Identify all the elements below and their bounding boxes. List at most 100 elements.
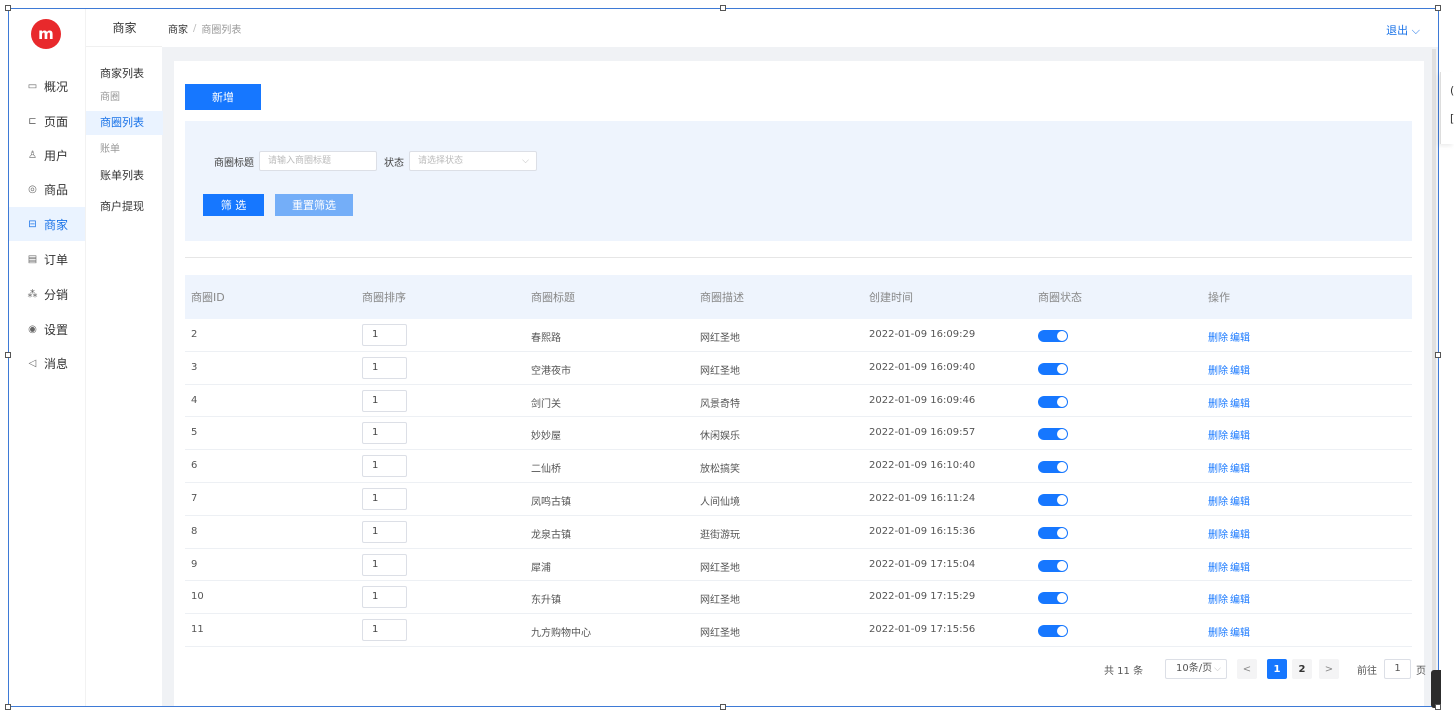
resize-handle <box>1435 5 1441 11</box>
sort-input[interactable]: 1 <box>362 389 407 412</box>
sort-input[interactable]: 1 <box>362 619 407 642</box>
top-header: 商家 / 商圈列表 退出 ⌵ <box>162 9 1438 47</box>
sort-input[interactable]: 1 <box>362 487 407 510</box>
sidebar-item-label: 分销 <box>44 287 69 302</box>
cell-title: 二仙桥 <box>531 464 561 476</box>
scrollbar[interactable] <box>1432 49 1436 699</box>
table-row: 5 1 妙妙屋 休闲娱乐 2022-01-09 16:09:57 删除 编辑 <box>185 417 1412 451</box>
edit-link[interactable]: 编辑 <box>1230 460 1250 475</box>
column-header: 创建时间 <box>869 291 913 304</box>
goto-label: 前往 <box>1357 666 1377 677</box>
cell-created-time: 2022-01-09 16:09:40 <box>869 361 976 373</box>
edit-link[interactable]: 编辑 <box>1230 427 1250 442</box>
status-toggle[interactable] <box>1038 395 1068 408</box>
table-row: 4 1 剑门关 风景奇特 2022-01-09 16:09:46 删除 编辑 <box>185 385 1412 418</box>
page-button-2[interactable]: 2 <box>1292 659 1312 679</box>
edit-link[interactable]: 编辑 <box>1230 624 1250 639</box>
sort-input[interactable]: 1 <box>362 553 407 576</box>
table-row: 6 1 二仙桥 放松搞笑 2022-01-09 16:10:40 删除 编辑 <box>185 450 1412 483</box>
status-toggle[interactable] <box>1038 493 1068 506</box>
logout-button[interactable]: 退出 ⌵ <box>1386 22 1420 38</box>
cell-description: 网红圣地 <box>700 595 740 607</box>
add-button[interactable]: 新增 <box>185 84 261 110</box>
resize-handle <box>5 704 11 710</box>
column-header: 商圈描述 <box>700 291 744 304</box>
reset-filter-button[interactable]: 重置筛选 <box>275 194 353 216</box>
app-logo[interactable]: m <box>31 19 61 49</box>
filter-button[interactable]: 筛 选 <box>203 194 264 216</box>
page-icon: ⊏ <box>28 115 37 127</box>
sidebar-item-1[interactable]: ⊏ 页面 <box>9 104 85 138</box>
page-size-select[interactable]: 10条/页 ⌵ <box>1165 659 1227 679</box>
floating-tab[interactable] <box>1431 670 1441 708</box>
sidebar-item-3[interactable]: ◎ 商品 <box>9 172 85 206</box>
sub-sidebar-item[interactable]: 商圈列表 <box>86 111 163 135</box>
sidebar-item-0[interactable]: ▭ 概况 <box>9 69 85 103</box>
delete-link[interactable]: 删除 <box>1208 624 1228 639</box>
resize-handle <box>1435 704 1441 710</box>
delete-link[interactable]: 删除 <box>1208 591 1228 606</box>
sort-input[interactable]: 1 <box>362 324 407 346</box>
delete-link[interactable]: 删除 <box>1208 460 1228 475</box>
breadcrumb-merchant[interactable]: 商家 <box>168 21 188 36</box>
sidebar-item-6[interactable]: ⁂ 分销 <box>9 277 85 311</box>
cell-id: 4 <box>191 394 198 406</box>
status-select[interactable]: 请选择状态 ⌵ <box>409 151 537 171</box>
sort-input[interactable]: 1 <box>362 520 407 543</box>
distribution-icon: ⁂ <box>27 288 38 300</box>
sort-input[interactable]: 1 <box>362 586 407 609</box>
delete-link[interactable]: 删除 <box>1208 395 1228 410</box>
peek-text: ( <box>1450 84 1454 97</box>
sort-input[interactable]: 1 <box>362 455 407 478</box>
edit-link[interactable]: 编辑 <box>1230 395 1250 410</box>
edit-link[interactable]: 编辑 <box>1230 329 1250 344</box>
status-toggle[interactable] <box>1038 428 1068 441</box>
edit-link[interactable]: 编辑 <box>1230 362 1250 377</box>
page-button-1[interactable]: 1 <box>1267 659 1287 679</box>
status-toggle[interactable] <box>1038 330 1068 342</box>
resize-handle <box>5 352 11 358</box>
column-header: 商圈标题 <box>531 291 575 304</box>
sidebar-item-8[interactable]: ◁ 消息 <box>9 346 85 380</box>
sidebar-item-label: 用户 <box>44 148 69 163</box>
edit-link[interactable]: 编辑 <box>1230 493 1250 508</box>
sub-sidebar-item[interactable]: 商户提现 <box>86 197 163 217</box>
cell-id: 11 <box>191 624 204 636</box>
delete-link[interactable]: 删除 <box>1208 362 1228 377</box>
title-filter-input[interactable]: 请输入商圈标题 <box>259 151 377 171</box>
goto-page-input[interactable]: 1 <box>1384 659 1411 679</box>
delete-link[interactable]: 删除 <box>1208 493 1228 508</box>
sidebar-item-7[interactable]: ◉ 设置 <box>9 312 85 346</box>
cell-created-time: 2022-01-09 17:15:29 <box>869 591 976 603</box>
status-toggle[interactable] <box>1038 362 1068 375</box>
user-icon: ♙ <box>28 149 37 161</box>
edit-link[interactable]: 编辑 <box>1230 591 1250 606</box>
sort-input[interactable]: 1 <box>362 422 407 445</box>
status-toggle[interactable] <box>1038 461 1068 474</box>
cell-id: 5 <box>191 427 198 439</box>
column-header: 操作 <box>1208 291 1230 304</box>
delete-link[interactable]: 删除 <box>1208 526 1228 541</box>
sidebar-item-5[interactable]: ▤ 订单 <box>9 242 85 276</box>
sort-input[interactable]: 1 <box>362 356 407 379</box>
edit-link[interactable]: 编辑 <box>1230 526 1250 541</box>
status-toggle[interactable] <box>1038 559 1068 572</box>
delete-link[interactable]: 删除 <box>1208 427 1228 442</box>
sub-sidebar-item[interactable]: 商家列表 <box>86 64 163 84</box>
sidebar-item-4[interactable]: ⊟ 商家 <box>9 207 85 241</box>
sub-sidebar-item[interactable]: 账单列表 <box>86 166 163 186</box>
cell-title: 犀浦 <box>531 562 551 574</box>
delete-link[interactable]: 删除 <box>1208 559 1228 574</box>
status-toggle[interactable] <box>1038 526 1068 539</box>
cell-title: 剑门关 <box>531 398 561 410</box>
delete-link[interactable]: 删除 <box>1208 329 1228 344</box>
table-row: 10 1 东升镇 网红圣地 2022-01-09 17:15:29 删除 编辑 <box>185 581 1412 615</box>
edit-link[interactable]: 编辑 <box>1230 559 1250 574</box>
sidebar-item-2[interactable]: ♙ 用户 <box>9 138 85 172</box>
status-toggle[interactable] <box>1038 625 1068 638</box>
status-toggle[interactable] <box>1038 592 1068 605</box>
cell-id: 6 <box>191 460 198 472</box>
next-page-button[interactable]: > <box>1319 659 1339 679</box>
cell-title: 东升镇 <box>531 595 561 607</box>
prev-page-button[interactable]: < <box>1237 659 1257 679</box>
